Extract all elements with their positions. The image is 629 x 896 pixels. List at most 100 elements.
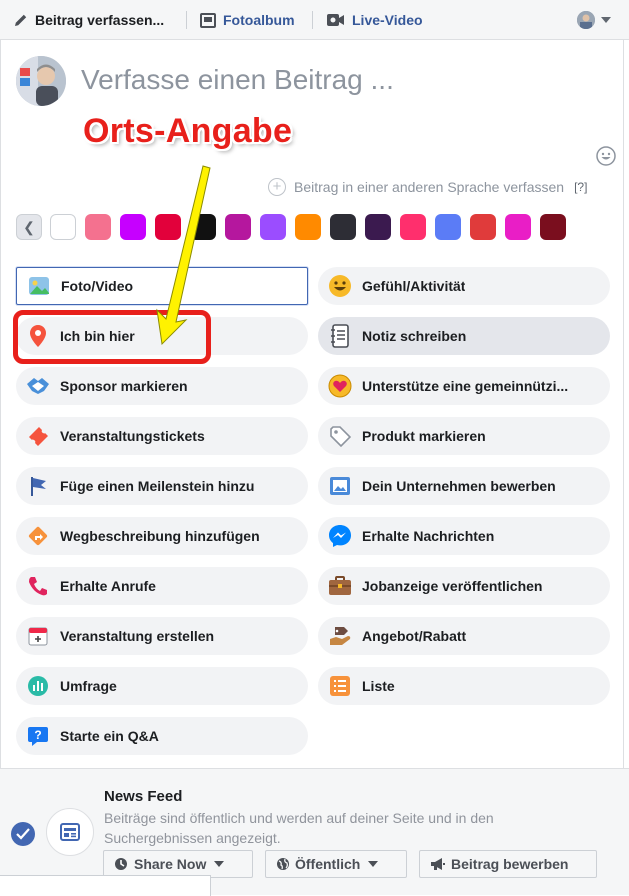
tab-photo-album[interactable]: Fotoalbum [200,0,295,40]
share-now-label: Share Now [134,856,207,872]
svg-text:?: ? [34,728,41,742]
annotation-arrow-icon [156,165,211,346]
pencil-icon [15,14,27,26]
option-label: Dein Unternehmen bewerben [362,478,556,494]
background-swatch[interactable] [85,214,111,240]
flag-icon [26,474,50,498]
option-label: Wegbeschreibung hinzufügen [60,528,260,544]
option-get-messages[interactable]: Erhalte Nachrichten [318,517,610,555]
background-swatch[interactable] [470,214,496,240]
chevron-down-icon [214,861,225,867]
option-get-calls[interactable]: Erhalte Anrufe [16,567,308,605]
messenger-icon [328,524,352,548]
photo-album-icon [200,12,216,28]
option-label: Sponsor markieren [60,378,188,394]
tab-compose-label: Beitrag verfassen... [35,12,165,28]
check-icon[interactable] [11,822,35,846]
option-event-tickets[interactable]: Veranstaltungstickets [16,417,308,455]
option-create-event[interactable]: Veranstaltung erstellen [16,617,308,655]
option-label: Erhalte Nachrichten [362,528,495,544]
option-label: Foto/Video [61,278,134,294]
option-label: Jobanzeige veröffentlichen [362,578,543,594]
offer-icon [328,624,352,648]
background-swatch[interactable] [295,214,321,240]
smiley-icon [328,274,352,298]
option-feeling-activity[interactable]: Gefühl/Aktivität [318,267,610,305]
photo-icon [27,274,51,298]
tag-icon [328,424,352,448]
option-label: Unterstütze eine gemeinnützi... [362,378,569,394]
option-label: Gefühl/Aktivität [362,278,466,294]
calendar-icon [26,624,50,648]
tab-separator [186,11,187,29]
background-swatch[interactable] [330,214,356,240]
option-sponsor[interactable]: Sponsor markieren [16,367,308,405]
ticket-icon [26,424,50,448]
handshake-icon [26,374,50,398]
option-job-post[interactable]: Jobanzeige veröffentlichen [318,567,610,605]
option-write-note[interactable]: Notiz schreiben [318,317,610,355]
background-swatch[interactable] [365,214,391,240]
megaphone-icon [431,858,445,870]
tab-photo-album-label: Fotoalbum [223,12,295,28]
tab-live-video-label: Live-Video [352,12,423,28]
directions-icon [26,524,50,548]
option-poll[interactable]: Umfrage [16,667,308,705]
page-avatar-switcher[interactable] [577,11,595,29]
option-tag-product[interactable]: Produkt markieren [318,417,610,455]
option-promote-business[interactable]: Dein Unternehmen bewerben [318,467,610,505]
help-link[interactable]: [?] [574,180,587,194]
option-directions[interactable]: Wegbeschreibung hinzufügen [16,517,308,555]
promote-label: Beitrag bewerben [451,856,569,872]
poll-icon [26,674,50,698]
news-feed-icon [46,808,94,856]
question-icon: ? [26,724,50,748]
image-frame-icon [328,474,352,498]
option-support-nonprofit[interactable]: Unterstütze eine gemeinnützi... [318,367,610,405]
option-label: Erhalte Anrufe [60,578,156,594]
option-label: Starte ein Q&A [60,728,159,744]
background-swatch[interactable] [435,214,461,240]
option-label: Notiz schreiben [362,328,467,344]
avatar [16,56,66,106]
add-circle-icon: + [268,178,286,196]
tab-compose[interactable]: Beitrag verfassen... [14,0,164,40]
option-label: Füge einen Meilenstein hinzu [60,478,255,494]
background-swatch[interactable] [260,214,286,240]
option-label: Veranstaltung erstellen [60,628,215,644]
video-camera-icon [327,14,344,26]
briefcase-icon [328,574,352,598]
page-edge [0,875,211,896]
notebook-icon [328,324,352,348]
phone-icon [26,574,50,598]
background-swatch[interactable] [540,214,566,240]
option-milestone[interactable]: Füge einen Meilenstein hinzu [16,467,308,505]
list-icon [328,674,352,698]
annotation-label: Orts-Angabe [83,112,293,150]
share-now-dropdown[interactable]: Share Now [103,850,253,878]
globe-icon [277,858,289,870]
option-list[interactable]: Liste [318,667,610,705]
option-label: Umfrage [60,678,117,694]
tab-separator [312,11,313,29]
option-qa[interactable]: ? Starte ein Q&A [16,717,308,755]
audience-dropdown[interactable]: Öffentlich [265,850,407,878]
option-label: Veranstaltungstickets [60,428,205,444]
background-swatch[interactable] [505,214,531,240]
heart-coin-icon [328,374,352,398]
other-language-link[interactable]: + Beitrag in einer anderen Sprache verfa… [268,178,587,196]
promote-post-button[interactable]: Beitrag bewerben [419,850,597,878]
audience-label: Öffentlich [295,856,361,872]
background-swatch[interactable] [400,214,426,240]
tab-live-video[interactable]: Live-Video [326,0,423,40]
news-feed-description: Beiträge sind öffentlich und werden auf … [104,810,494,846]
other-language-label: Beitrag in einer anderen Sprache verfass… [294,179,565,195]
emoji-icon[interactable] [596,146,616,166]
post-text-input[interactable]: Verfasse einen Beitrag ... [81,64,394,96]
composer-tabs-bar: Beitrag verfassen... Fotoalbum Live-Vide… [0,0,629,40]
chevron-down-icon[interactable] [601,17,611,23]
option-offer[interactable]: Angebot/Rabatt [318,617,610,655]
chevron-left-icon[interactable]: ❮ [16,214,42,240]
background-swatch[interactable] [50,214,76,240]
clock-icon [115,858,127,870]
